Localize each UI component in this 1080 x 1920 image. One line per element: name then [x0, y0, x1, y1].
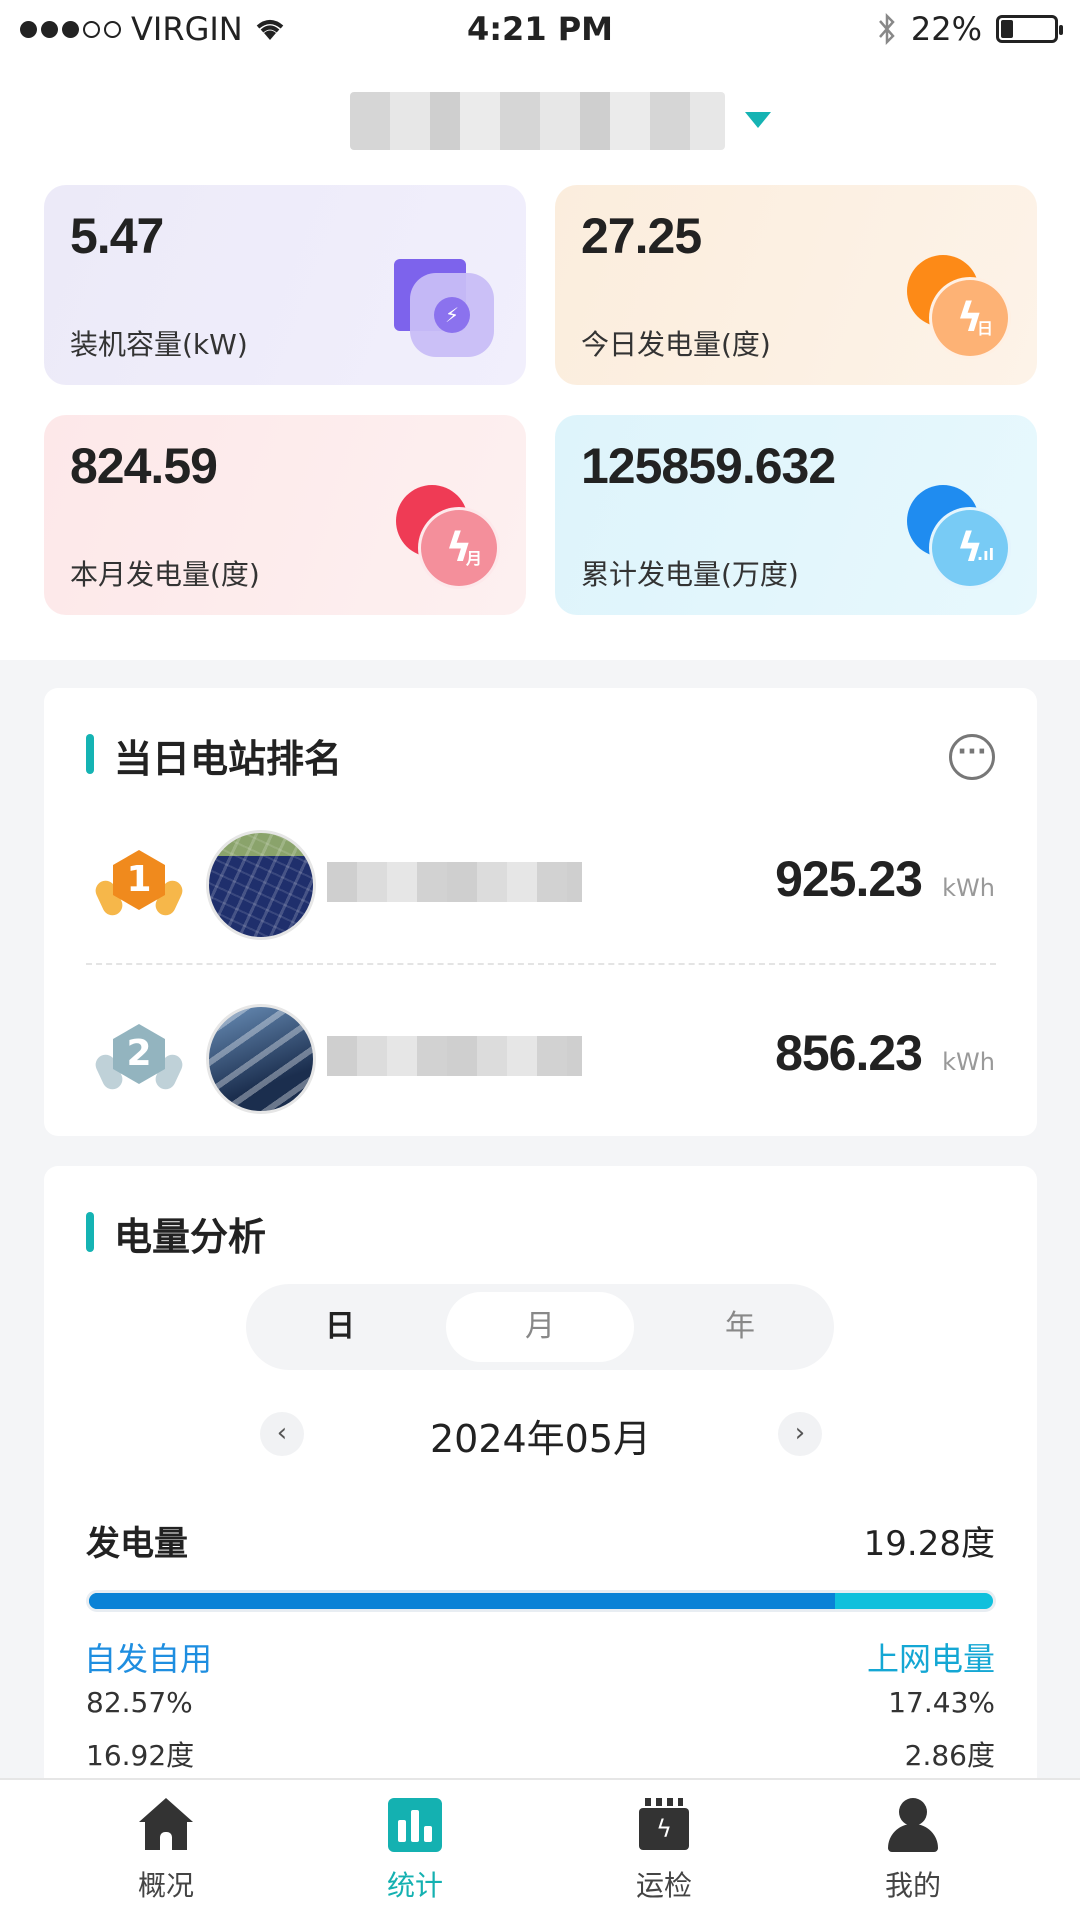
tab-label: 我的: [884, 1869, 941, 1902]
tab-label: 概况: [137, 1869, 194, 1902]
ranking-row[interactable]: 2 856.23 kWh: [44, 994, 1037, 1124]
segment-year[interactable]: 年: [646, 1292, 834, 1362]
silver-medal-icon: 2: [92, 1018, 186, 1098]
month-value: 824.59: [70, 438, 218, 494]
status-bar: VIRGIN 4:21 PM 22%: [0, 0, 1080, 60]
tab-overview[interactable]: 概况: [96, 1798, 236, 1904]
today-generation-card: 27.25 今日发电量(度) ϟ日: [555, 185, 1037, 385]
more-icon[interactable]: ···: [949, 734, 995, 780]
ranking-title: 当日电站排名: [86, 728, 342, 783]
bar-chart-icon: [388, 1798, 442, 1852]
today-label: 今日发电量(度): [581, 328, 771, 361]
generation-label: 发电量: [86, 1524, 188, 1564]
station-name-redacted: [327, 862, 582, 902]
home-icon: [139, 1798, 193, 1852]
tab-label: 运检: [635, 1869, 692, 1902]
gear-icon: ⚡: [394, 259, 498, 363]
ranking-row[interactable]: 1 925.23 kWh: [44, 820, 1037, 950]
self-use-percent: 82.57%: [86, 1686, 193, 1719]
tab-maintenance[interactable]: ϟ 运检: [594, 1798, 734, 1904]
month-generation-card: 824.59 本月发电量(度) ϟ月: [44, 415, 526, 615]
station-selector[interactable]: [350, 92, 725, 150]
self-use-amount: 16.92度: [86, 1739, 195, 1772]
capacity-value: 5.47: [70, 208, 164, 264]
user-icon: [886, 1798, 940, 1852]
maintenance-icon: ϟ: [637, 1798, 691, 1852]
station-name-redacted: [327, 1036, 582, 1076]
tab-mine[interactable]: 我的: [843, 1798, 983, 1904]
station-thumbnail: [206, 1004, 316, 1114]
rank-value: 856.23: [775, 1025, 923, 1081]
cumulative-bolt-icon: ϟ .ıl: [907, 485, 1011, 589]
chevron-right-icon[interactable]: ›: [778, 1412, 822, 1456]
daily-bolt-icon: ϟ日: [907, 255, 1011, 359]
energy-analysis-panel: 电量分析 日 月 年 ‹ 2024年05月 › 发电量 19.28度 自发自用 …: [44, 1166, 1037, 1806]
total-value: 125859.632: [581, 438, 836, 494]
total-label: 累计发电量(万度): [581, 558, 799, 591]
row-divider: [86, 963, 996, 965]
station-thumbnail: [206, 830, 316, 940]
self-use-label: 自发自用: [84, 1640, 213, 1678]
segment-day[interactable]: 日: [246, 1292, 434, 1362]
grid-amount: 2.86度: [904, 1739, 995, 1772]
rank-value: 925.23: [775, 851, 923, 907]
tab-statistics[interactable]: 统计: [345, 1798, 485, 1904]
analysis-title: 电量分析: [86, 1206, 266, 1261]
dropdown-caret-icon[interactable]: [745, 112, 771, 128]
rank-unit: kWh: [942, 1048, 995, 1076]
capacity-label: 装机容量(kW): [70, 328, 248, 361]
period-segmented-control: 日 月 年: [246, 1284, 834, 1370]
monthly-bolt-icon: ϟ月: [396, 485, 500, 589]
generation-split-bar: [86, 1590, 996, 1612]
self-use-fill: [89, 1593, 836, 1609]
battery-percent: 22%: [910, 10, 982, 48]
bottom-tab-bar: 概况 统计 ϟ 运检 我的: [0, 1778, 1080, 1920]
period-label: 2024年05月: [429, 1417, 652, 1461]
status-right: 22%: [877, 10, 1063, 48]
total-generation-card: 125859.632 累计发电量(万度) ϟ .ıl: [555, 415, 1037, 615]
battery-icon: [996, 15, 1063, 43]
segment-month[interactable]: 月: [446, 1292, 634, 1362]
bluetooth-icon: [878, 12, 895, 46]
today-value: 27.25: [581, 208, 702, 264]
generation-value: 19.28度: [863, 1524, 995, 1564]
tab-label: 统计: [386, 1869, 443, 1902]
month-label: 本月发电量(度): [70, 558, 260, 591]
rank-unit: kWh: [942, 874, 995, 902]
gold-medal-icon: 1: [92, 844, 186, 924]
capacity-card: 5.47 装机容量(kW) ⚡: [44, 185, 526, 385]
grid-percent: 17.43%: [888, 1686, 995, 1719]
grid-label: 上网电量: [866, 1640, 995, 1678]
daily-ranking-panel: 当日电站排名 ··· 1 925.23 kWh 2 856.23 kWh: [44, 688, 1037, 1136]
